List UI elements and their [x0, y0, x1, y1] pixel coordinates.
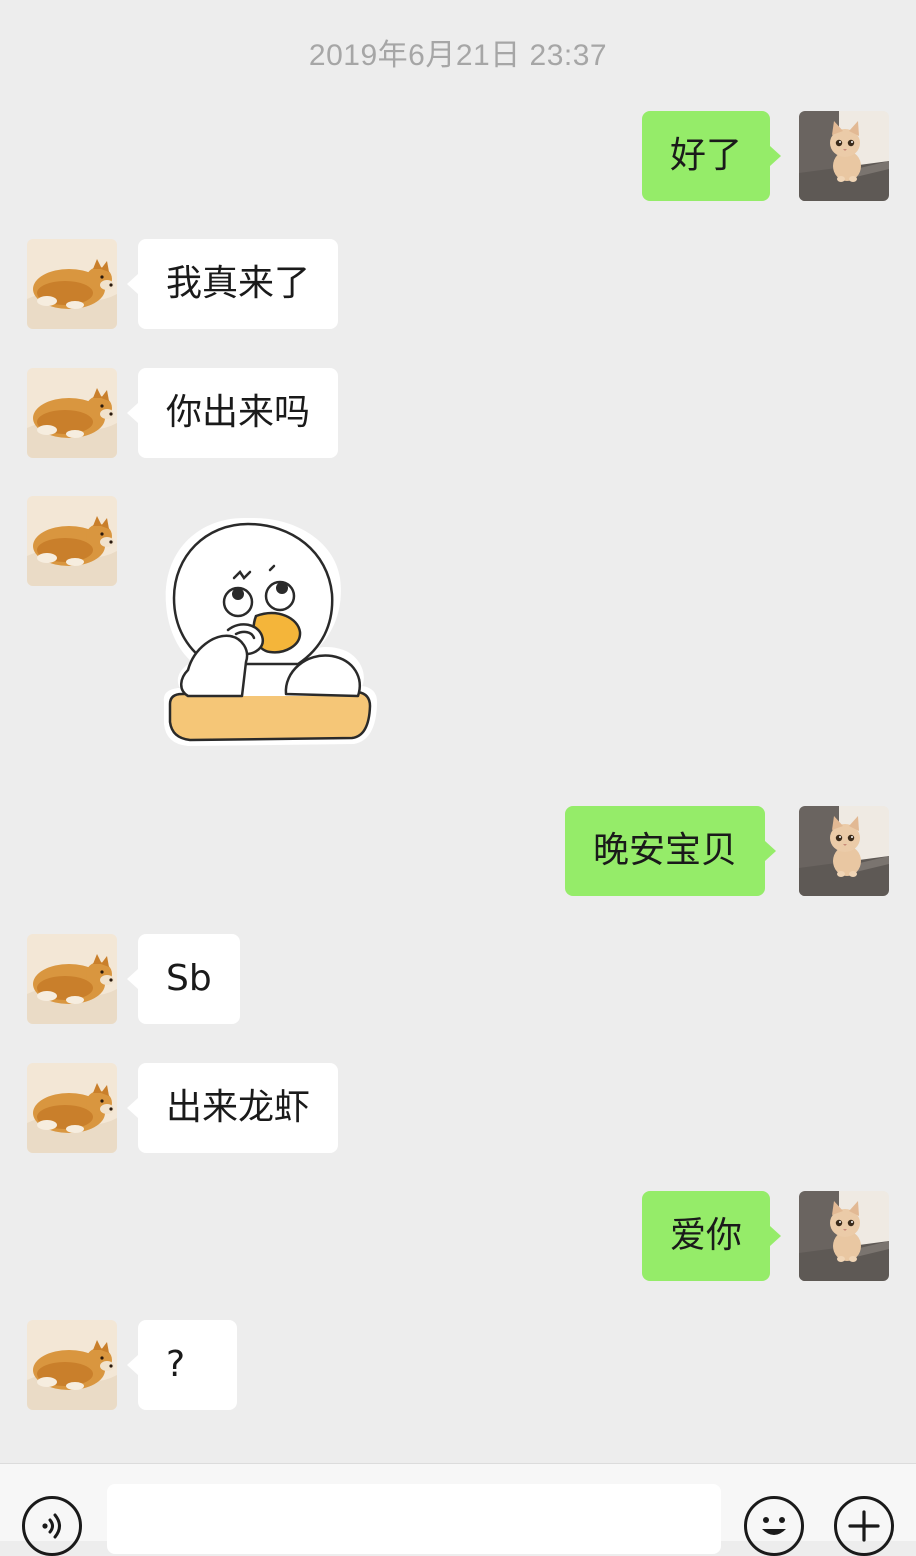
emoji-button[interactable]	[744, 1496, 804, 1556]
outgoing-message-bubble[interactable]: 好了	[642, 111, 782, 201]
cat-avatar[interactable]	[799, 111, 889, 201]
incoming-message-bubble[interactable]: 出来龙虾	[126, 1063, 339, 1153]
outgoing-message-bubble[interactable]: 晚安宝贝	[565, 806, 777, 896]
incoming-message-bubble[interactable]: ?	[127, 1320, 237, 1410]
voice-input-button[interactable]	[22, 1496, 82, 1556]
duck-thinking-sticker[interactable]	[158, 512, 382, 752]
cat-avatar[interactable]	[799, 1191, 889, 1281]
cat-avatar[interactable]	[799, 806, 889, 896]
shiba-dog-avatar[interactable]	[27, 368, 117, 458]
message-timestamp: 2019年6月21日 23:37	[308, 39, 608, 72]
shiba-dog-avatar[interactable]	[27, 934, 117, 1024]
plus-icon	[848, 1510, 880, 1542]
incoming-message-bubble[interactable]: 你出来吗	[126, 368, 339, 458]
emoji-icon	[762, 1517, 786, 1535]
shiba-dog-avatar[interactable]	[27, 1320, 117, 1410]
chat-input-bar	[0, 1463, 916, 1556]
chat-message-list[interactable]: 2019年6月21日 23:37 好了 我真来了 你出来吗 晚安宝贝 Sb 出来…	[0, 0, 916, 1463]
shiba-dog-avatar[interactable]	[27, 239, 117, 329]
message-text-input[interactable]	[107, 1484, 721, 1554]
shiba-dog-avatar[interactable]	[27, 1063, 117, 1153]
voice-icon	[42, 1513, 61, 1539]
outgoing-message-bubble[interactable]: 爱你	[642, 1191, 782, 1281]
shiba-dog-avatar[interactable]	[27, 496, 117, 586]
incoming-message-bubble[interactable]: Sb	[127, 934, 240, 1024]
incoming-message-bubble[interactable]: 我真来了	[126, 239, 339, 329]
more-functions-button[interactable]	[834, 1496, 894, 1556]
